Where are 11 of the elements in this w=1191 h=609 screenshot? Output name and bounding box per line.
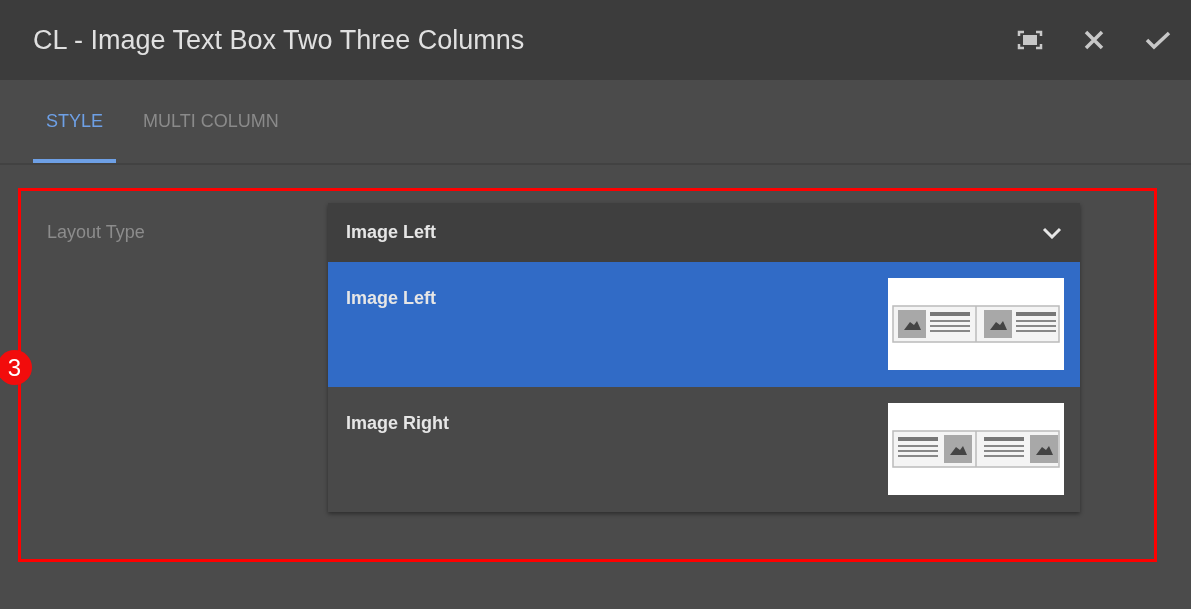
dropdown-option[interactable]: Image Left — [328, 262, 1080, 387]
step-number-badge: 3 — [0, 350, 32, 385]
tab[interactable]: STYLE — [33, 80, 117, 163]
checkmark-icon[interactable] — [1145, 30, 1171, 50]
close-icon[interactable] — [1083, 29, 1105, 51]
tab[interactable]: MULTI COLUMN — [130, 80, 292, 163]
field-label: Layout Type — [47, 221, 146, 244]
dropdown-option[interactable]: Image Right — [328, 387, 1080, 512]
fullscreen-icon[interactable] — [1017, 30, 1043, 50]
dialog-title: CL - Image Text Box Two Three Columns — [33, 24, 526, 56]
layout-type-dropdown[interactable]: Image Left — [328, 203, 1080, 262]
